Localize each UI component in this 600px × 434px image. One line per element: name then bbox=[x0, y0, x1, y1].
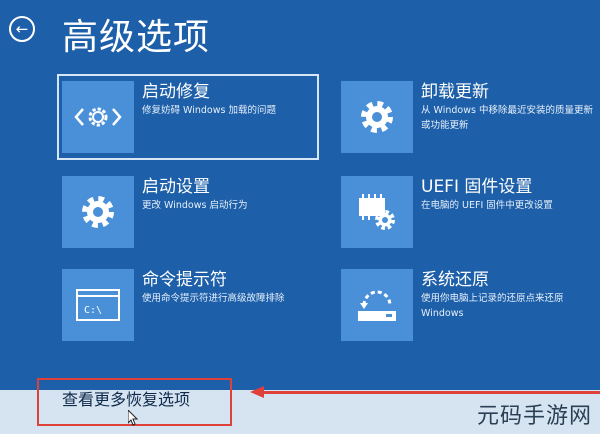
system-restore-tile bbox=[341, 269, 413, 341]
option-startup-settings[interactable]: 启动设置 更改 Windows 启动行为 bbox=[58, 170, 318, 254]
back-arrow-icon: ← bbox=[15, 19, 29, 38]
command-prompt-icon: C:\ bbox=[76, 289, 120, 321]
red-arrow-line bbox=[262, 391, 600, 394]
option-description: 更改 Windows 启动行为 bbox=[142, 200, 248, 211]
svg-text:C:\: C:\ bbox=[84, 305, 102, 316]
chip-gear-icon bbox=[359, 194, 395, 230]
option-title: 卸载更新 bbox=[421, 82, 489, 102]
option-command-prompt[interactable]: C:\ 命令提示符 使用命令提示符进行高级故障排除 bbox=[58, 263, 318, 347]
page-title: 高级选项 bbox=[62, 17, 211, 58]
back-button[interactable]: ← bbox=[9, 16, 35, 42]
option-uninstall-updates[interactable]: 卸载更新 从 Windows 中移除最近安装的质量更新或功能更新 bbox=[337, 75, 597, 159]
option-title: 启动设置 bbox=[142, 177, 210, 197]
option-title: 启动修复 bbox=[142, 82, 210, 102]
option-system-restore[interactable]: 系统还原 使用你电脑上记录的还原点来还原 Windows bbox=[337, 263, 597, 347]
command-prompt-tile: C:\ bbox=[62, 269, 134, 341]
red-arrow-head-icon bbox=[250, 386, 264, 398]
option-description: 在电脑的 UEFI 固件中更改设置 bbox=[421, 200, 553, 211]
watermark: 元码手游网 bbox=[476, 404, 592, 429]
option-description: 修复妨碍 Windows 加载的问题 bbox=[142, 105, 276, 116]
uninstall-updates-tile bbox=[341, 81, 413, 153]
startup-repair-tile bbox=[62, 81, 134, 153]
option-description: 使用命令提示符进行高级故障排除 bbox=[142, 293, 285, 304]
repair-code-gear-icon bbox=[74, 107, 122, 127]
uefi-tile bbox=[341, 176, 413, 248]
system-restore-icon bbox=[358, 290, 396, 321]
startup-settings-tile bbox=[62, 176, 134, 248]
gear-icon bbox=[82, 196, 114, 228]
option-title: 命令提示符 bbox=[142, 270, 227, 290]
gear-icon bbox=[361, 101, 393, 133]
option-title: UEFI 固件设置 bbox=[421, 177, 533, 197]
option-uefi-firmware-settings[interactable]: UEFI 固件设置 在电脑的 UEFI 固件中更改设置 bbox=[337, 170, 597, 254]
option-description: 从 Windows 中移除最近安装的质量更新或功能更新 bbox=[421, 105, 593, 131]
mouse-cursor-icon bbox=[128, 410, 138, 426]
option-description: 使用你电脑上记录的还原点来还原 Windows bbox=[421, 293, 564, 319]
option-startup-repair[interactable]: 启动修复 修复妨碍 Windows 加载的问题 bbox=[57, 74, 319, 160]
see-more-recovery-options-link[interactable]: 查看更多恢复选项 bbox=[62, 386, 190, 410]
option-title: 系统还原 bbox=[421, 270, 489, 290]
